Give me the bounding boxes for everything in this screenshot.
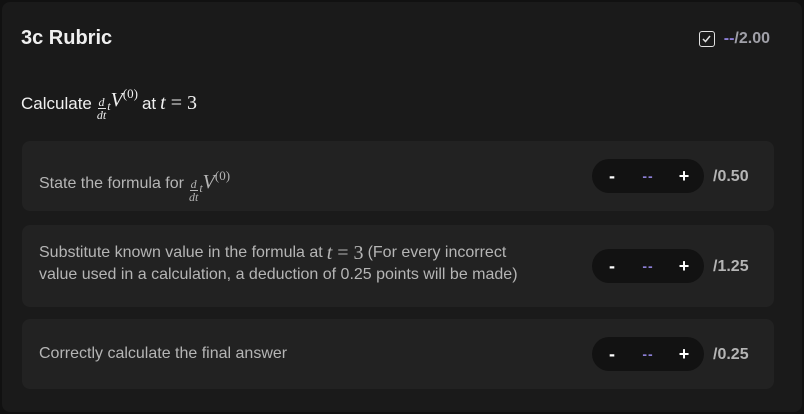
total-score-value: -- [723, 30, 735, 47]
prompt-t-value: t = 3 [160, 92, 197, 114]
max-score-2: /1.25 [713, 258, 749, 275]
rubric-item-3: Correctly calculate the final answer - -… [22, 319, 774, 389]
rubric-item-3-text: Correctly calculate the final answer [39, 345, 288, 362]
decrement-button-3[interactable]: - [604, 344, 620, 365]
question-prompt: Calculate d dt tV(0) at t = 3 [21, 86, 197, 121]
rubric-item-1-text: State the formula for d dt tV(0) [39, 168, 231, 204]
decrement-button-2[interactable]: - [604, 256, 620, 277]
rubric-item-2: Substitute known value in the formula at… [22, 225, 774, 307]
increment-button-3[interactable]: + [676, 344, 692, 365]
total-score-text: --/2.00 [724, 30, 770, 48]
prompt-prefix: Calculate [21, 93, 92, 113]
score-value-1[interactable]: -- [642, 168, 653, 184]
score-stepper-2[interactable]: - -- + [592, 249, 704, 283]
increment-button-1[interactable]: + [676, 166, 692, 187]
total-score-max: /2.00 [734, 30, 770, 47]
total-score: --/2.00 [698, 30, 770, 48]
decrement-button-1[interactable]: - [604, 166, 620, 187]
max-score-3: /0.25 [713, 346, 749, 363]
score-stepper-3[interactable]: - -- + [592, 337, 704, 371]
rubric-item-1: State the formula for d dt tV(0) - -- + /0… [22, 141, 774, 211]
checkbox-icon[interactable] [698, 31, 715, 47]
rubric-title: 3c Rubric [21, 27, 113, 49]
rubric-item-2-text: Substitute known value in the formula at… [39, 242, 518, 283]
rubric-panel: 3c Rubric --/2.00 Calculate d dt tV(0) at … [2, 2, 802, 412]
increment-button-2[interactable]: + [676, 256, 692, 277]
score-value-2[interactable]: -- [642, 258, 653, 274]
prompt-at: at [141, 93, 157, 113]
prompt-formula: d dt tV(0) [96, 86, 138, 122]
score-value-3[interactable]: -- [642, 346, 653, 362]
score-stepper-1[interactable]: - -- + [592, 159, 704, 193]
max-score-1: /0.50 [713, 168, 749, 185]
